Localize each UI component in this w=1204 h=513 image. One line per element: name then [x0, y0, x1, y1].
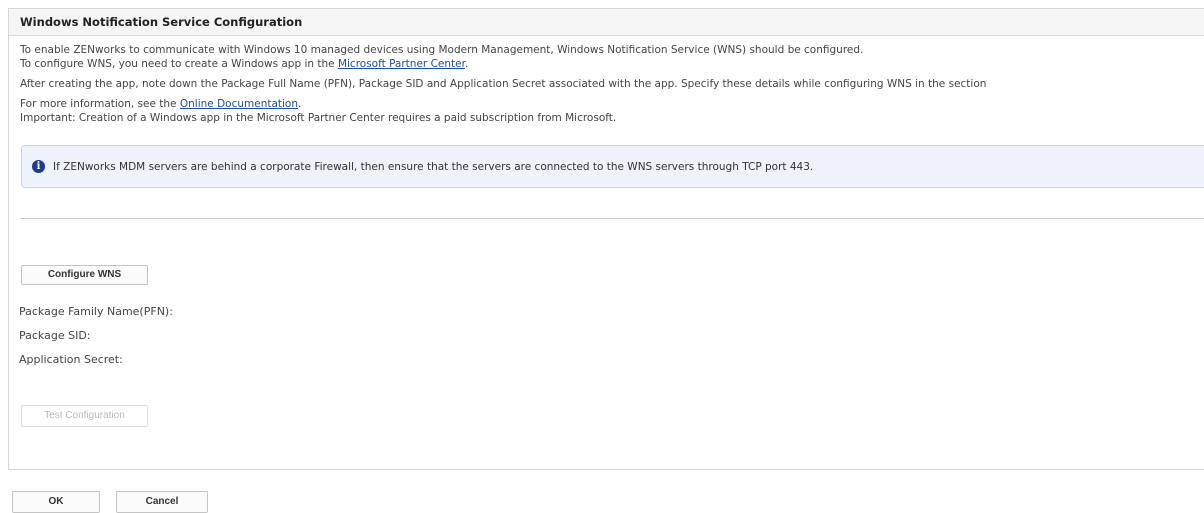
- test-configuration-button[interactable]: Test Configuration: [21, 405, 148, 427]
- pfn-label: Package Family Name(PFN):: [19, 305, 173, 318]
- intro-line-2-suffix: .: [464, 58, 469, 70]
- cancel-button[interactable]: Cancel: [116, 491, 208, 513]
- intro-line-3: After creating the app, note down the Pa…: [20, 78, 987, 90]
- intro-line-5: Important: Creation of a Windows app in …: [20, 112, 617, 124]
- panel-title: Windows Notification Service Configurati…: [9, 9, 1204, 36]
- package-sid-label: Package SID:: [19, 329, 91, 342]
- intro-text: To enable ZENworks to communicate with W…: [9, 36, 1204, 125]
- intro-line-4-suffix: .: [298, 98, 302, 110]
- info-icon: i: [32, 160, 45, 173]
- intro-line-1: To enable ZENworks to communicate with W…: [20, 44, 864, 56]
- application-secret-label: Application Secret:: [19, 353, 123, 366]
- wns-config-panel: Windows Notification Service Configurati…: [8, 8, 1204, 470]
- firewall-info-text: If ZENworks MDM servers are behind a cor…: [53, 160, 814, 173]
- intro-line-4-text: For more information, see the: [20, 98, 180, 110]
- intro-line-2-text: To configure WNS, you need to create a W…: [20, 58, 338, 70]
- intro-line-4: For more information, see the Online Doc…: [20, 97, 1204, 111]
- microsoft-partner-center-link[interactable]: Microsoft Partner Center: [338, 58, 465, 70]
- ok-button[interactable]: OK: [12, 491, 100, 513]
- configure-wns-button[interactable]: Configure WNS: [21, 265, 148, 285]
- intro-line-2: To configure WNS, you need to create a W…: [20, 57, 1204, 71]
- firewall-info-box: i If ZENworks MDM servers are behind a c…: [21, 145, 1204, 188]
- online-documentation-link[interactable]: Online Documentation: [180, 98, 298, 110]
- section-divider: [21, 218, 1204, 219]
